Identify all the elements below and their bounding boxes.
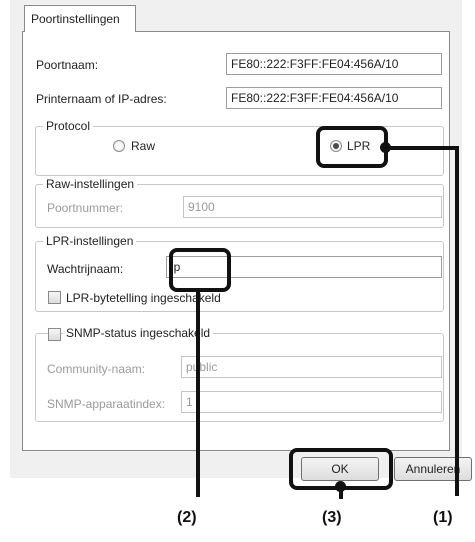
snmp-device-index-label: SNMP-apparaatindex: xyxy=(47,397,166,411)
snmp-status-checkbox[interactable] xyxy=(48,328,61,341)
tab-poortinstellingen[interactable]: Poortinstellingen xyxy=(24,5,136,32)
port-name-field[interactable]: FE80::222:F3FF:FE04:456A/10 xyxy=(226,53,442,75)
lpr-byte-count-checkbox[interactable] xyxy=(48,291,61,304)
callout-leader-1-horizontal xyxy=(387,146,459,150)
callout-number-2: (2) xyxy=(177,509,197,526)
raw-settings-legend: Raw-instellingen xyxy=(43,177,138,191)
raw-radio-label[interactable]: Raw xyxy=(131,139,155,153)
callout-leader-2 xyxy=(196,291,200,497)
snmp-device-index-field[interactable]: 1 xyxy=(181,391,442,413)
cancel-button[interactable]: Annuleren xyxy=(394,457,472,481)
port-name-label: Poortnaam: xyxy=(36,58,99,72)
raw-radio[interactable] xyxy=(113,140,125,152)
port-number-field[interactable]: 9100 xyxy=(183,196,442,218)
snmp-status-label[interactable]: SNMP-status ingeschakeld xyxy=(63,326,214,340)
callout-box-2 xyxy=(169,248,231,292)
callout-dot-1 xyxy=(380,142,391,153)
community-name-field[interactable]: public xyxy=(181,356,442,378)
queue-name-label: Wachtrijnaam: xyxy=(47,262,124,276)
callout-box-1 xyxy=(316,126,388,168)
callout-number-3: (3) xyxy=(322,509,342,526)
callout-leader-1-vertical xyxy=(455,146,459,496)
printer-name-label: Printernaam of IP-adres: xyxy=(36,92,167,106)
callout-dot-3 xyxy=(335,481,346,492)
lpr-settings-legend: LPR-instellingen xyxy=(43,234,137,248)
protocol-legend: Protocol xyxy=(43,119,94,133)
port-number-label: Poortnummer: xyxy=(47,201,124,215)
callout-number-1: (1) xyxy=(433,509,453,526)
community-name-label: Community-naam: xyxy=(47,362,146,376)
printer-name-field[interactable]: FE80::222:F3FF:FE04:456A/10 xyxy=(226,87,442,109)
